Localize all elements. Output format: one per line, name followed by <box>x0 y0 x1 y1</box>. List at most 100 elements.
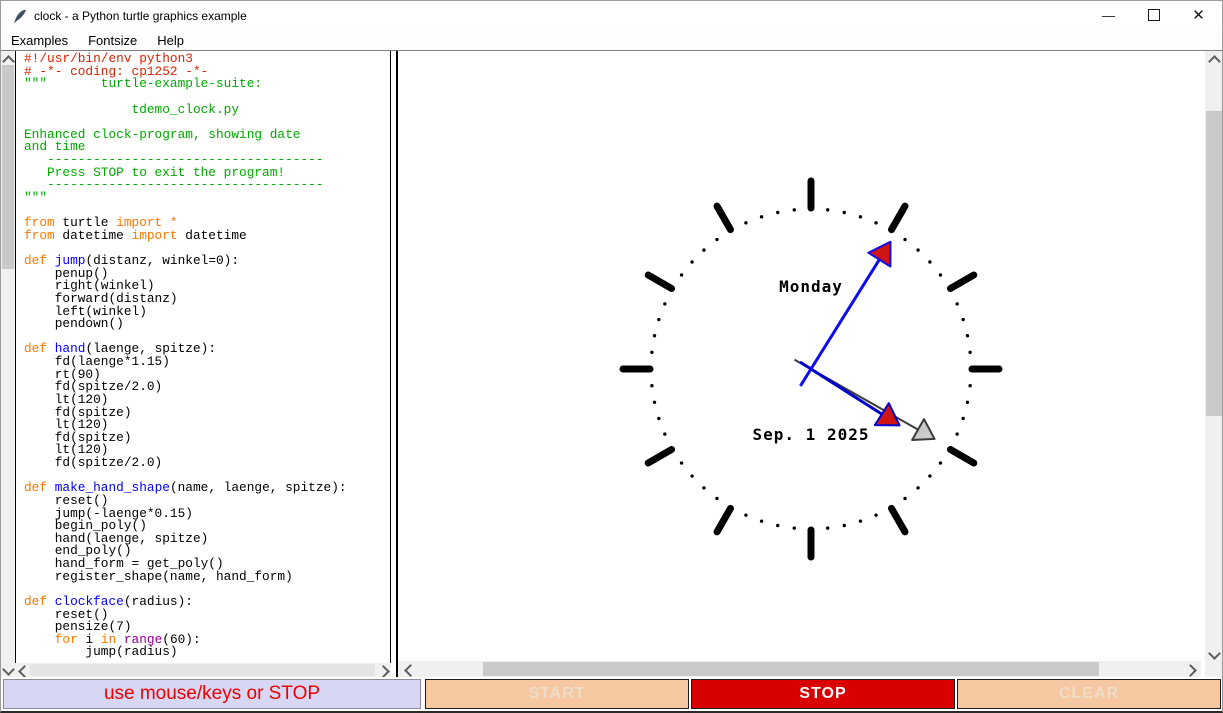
minute-dot <box>657 416 661 421</box>
minute-dot <box>715 237 719 242</box>
minute-dot <box>938 273 943 277</box>
bottom-bar: use mouse/keys or STOP START STOP CLEAR <box>1 677 1222 711</box>
window-title: clock - a Python turtle graphics example <box>34 9 247 23</box>
minute-dot <box>744 513 748 517</box>
minute-dot <box>961 416 965 421</box>
clock-date-text: Sep. 1 2025 <box>753 425 870 444</box>
canvas-scrollbar-horizontal[interactable] <box>398 661 1201 677</box>
minute-dot <box>690 474 694 478</box>
minute-dot <box>650 350 654 354</box>
close-button[interactable]: ✕ <box>1176 1 1221 31</box>
code-line: jump(radius) <box>24 644 178 660</box>
minute-dot <box>715 496 719 501</box>
scroll-up-icon[interactable] <box>1208 55 1221 68</box>
minute-dot <box>858 215 863 219</box>
code-line: """ turtle-example-suite: <box>24 76 263 92</box>
menu-bar: Examples Fontsize Help <box>1 31 1222 51</box>
status-label: use mouse/keys or STOP <box>3 679 421 709</box>
minute-hand-head <box>867 240 892 268</box>
minute-dot <box>955 432 959 436</box>
minute-dot <box>826 208 830 212</box>
app-window: clock - a Python turtle graphics example… <box>0 0 1223 713</box>
menu-item-fontsize[interactable]: Fontsize <box>78 31 147 50</box>
minute-dot <box>961 317 965 322</box>
scroll-right-icon[interactable] <box>1184 664 1197 677</box>
minute-dot <box>776 210 780 215</box>
clear-button[interactable]: CLEAR <box>957 679 1221 709</box>
minute-dot <box>776 523 780 528</box>
minute-dot <box>903 496 907 501</box>
minute-dot <box>652 400 657 404</box>
canvas-vscroll-thumb[interactable] <box>1206 111 1222 416</box>
minute-dot <box>842 210 846 215</box>
minute-dot <box>663 432 667 436</box>
hour-hand <box>799 360 883 416</box>
minute-dot <box>759 519 764 523</box>
minute-dot <box>759 215 764 219</box>
minute-dot <box>842 523 846 528</box>
minute-dot <box>826 526 830 530</box>
menu-item-examples[interactable]: Examples <box>1 31 78 50</box>
minute-dot <box>965 400 970 404</box>
hour-mark <box>888 504 909 536</box>
scroll-down-icon[interactable] <box>1208 647 1221 660</box>
menu-item-help[interactable]: Help <box>147 31 194 50</box>
scroll-down-icon[interactable] <box>2 663 15 676</box>
hour-mark <box>946 271 978 292</box>
scroll-right-icon[interactable] <box>377 665 390 678</box>
minute-dot <box>916 486 920 490</box>
code-line: pendown() <box>24 316 124 332</box>
pane-divider <box>391 51 398 677</box>
hour-mark <box>713 202 734 234</box>
hour-mark <box>644 271 676 292</box>
scrollbar-corner <box>1205 661 1222 677</box>
code-line: ------------------------------------ <box>24 177 324 193</box>
minute-dot <box>965 334 970 338</box>
minute-dot <box>652 334 657 338</box>
title-bar: clock - a Python turtle graphics example… <box>1 1 1222 31</box>
minute-dot <box>938 461 943 465</box>
hour-mark <box>946 446 978 467</box>
code-hscroll-thumb[interactable] <box>30 664 375 676</box>
source-code: #!/usr/bin/env python3 # -*- coding: cp12… <box>24 52 347 660</box>
minute-dot <box>744 221 748 225</box>
hour-mark <box>713 504 734 536</box>
clock-drawing: Monday Sep. 1 2025 <box>619 177 1003 561</box>
minute-dot <box>663 302 667 306</box>
code-line: from datetime import datetime <box>24 227 247 243</box>
minute-dot <box>792 208 796 212</box>
minimize-button[interactable]: — <box>1086 1 1131 31</box>
code-pane: #!/usr/bin/env python3 # -*- coding: cp12… <box>15 51 392 663</box>
minute-dot <box>650 384 654 388</box>
start-button[interactable]: START <box>425 679 689 709</box>
minute-dot <box>968 350 972 354</box>
minute-dot <box>916 248 920 252</box>
minute-dot <box>955 302 959 306</box>
minute-dot <box>928 260 932 264</box>
code-vscroll-thumb[interactable] <box>2 65 14 269</box>
stop-button[interactable]: STOP <box>691 679 955 709</box>
minute-dot <box>657 317 661 322</box>
clock-day-text: Monday <box>779 277 843 296</box>
canvas-scrollbar-vertical[interactable] <box>1205 51 1222 661</box>
minute-dot <box>858 519 863 523</box>
code-scrollbar-horizontal[interactable] <box>15 663 391 678</box>
code-line: """ <box>24 189 48 205</box>
maximize-button[interactable] <box>1131 1 1176 31</box>
minute-dot <box>928 474 932 478</box>
code-scrollbar-vertical[interactable] <box>1 51 15 677</box>
python-icon <box>13 9 26 24</box>
code-line: register_shape(name, hand_form) <box>24 568 293 584</box>
hour-mark <box>644 446 676 467</box>
code-line: tdemo_clock.py <box>24 101 240 117</box>
turtle-canvas[interactable]: Monday Sep. 1 2025 <box>398 51 1201 660</box>
minute-dot <box>679 273 684 277</box>
canvas-hscroll-thumb[interactable] <box>483 662 1099 676</box>
scroll-left-icon[interactable] <box>18 665 31 678</box>
scroll-left-icon[interactable] <box>404 664 417 677</box>
minute-dot <box>679 461 684 465</box>
minute-dot <box>968 384 972 388</box>
minute-dot <box>874 513 878 517</box>
minute-dot <box>702 248 706 252</box>
hour-mark <box>888 202 909 234</box>
